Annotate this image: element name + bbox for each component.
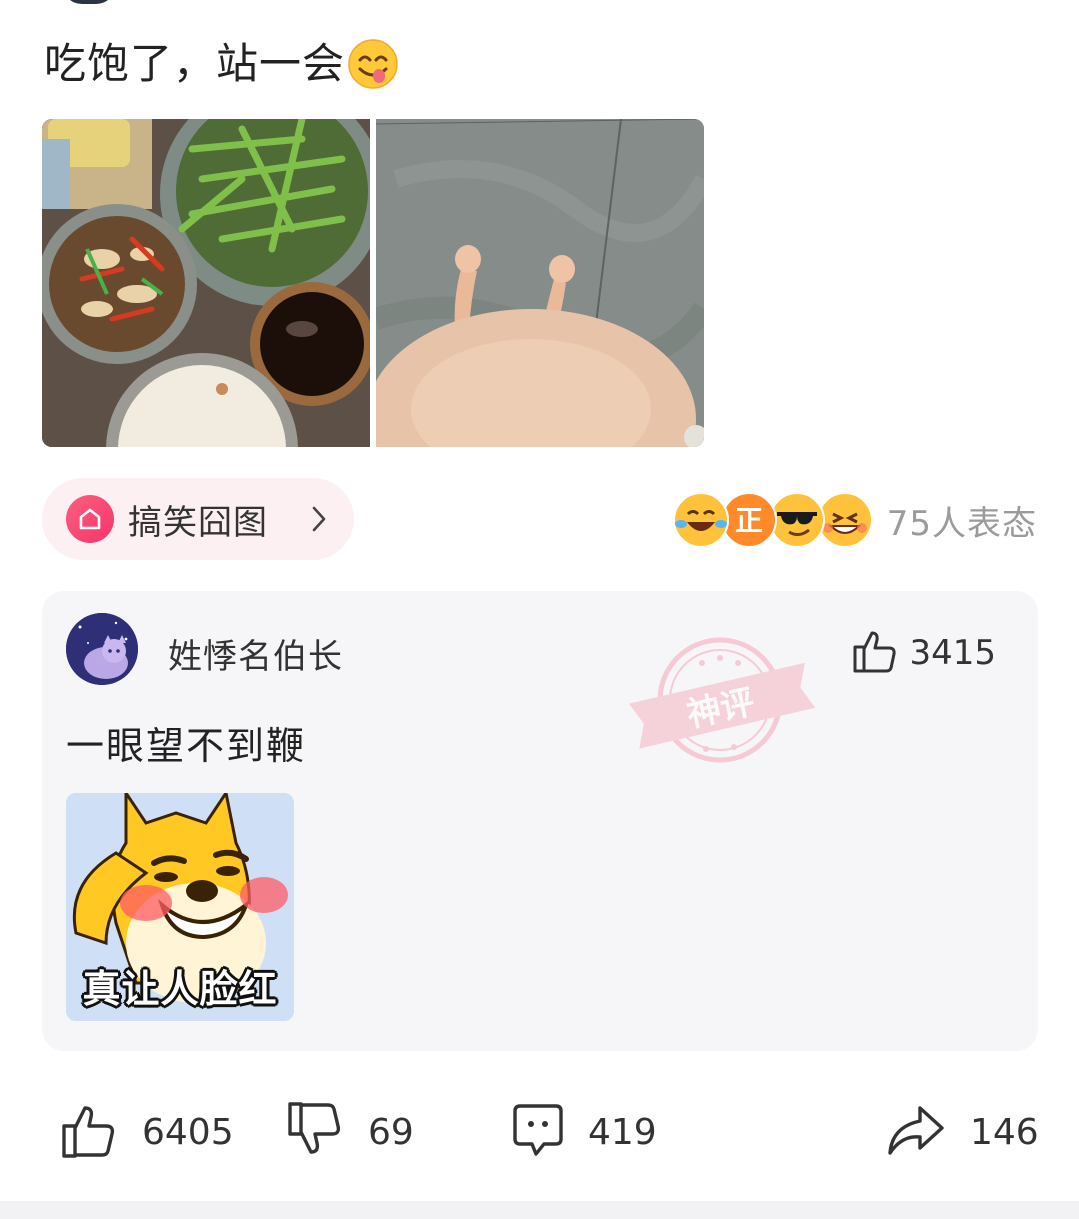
comment-count: 419	[588, 1111, 657, 1153]
reaction-count: 75人表态	[886, 503, 1037, 544]
like-button[interactable]: 6405	[60, 1100, 234, 1164]
post-image-food[interactable]	[42, 119, 370, 447]
hot-comment-card[interactable]: 姓悸名伯长 神评 3415 一眼望不到鞭 真让人脸红	[42, 591, 1038, 1051]
comment-like-count: 3415	[909, 633, 996, 673]
dislike-count: 69	[368, 1111, 414, 1153]
home-icon	[66, 495, 114, 543]
svg-text:正: 正	[735, 504, 763, 537]
thumbs-up-icon	[60, 1100, 118, 1164]
topic-chip[interactable]: 搞笑囧图	[42, 478, 354, 560]
share-button[interactable]: 146	[886, 1100, 1039, 1164]
savoring-food-emoji-icon	[347, 38, 399, 90]
zheng-emoji-icon: 正	[720, 492, 777, 548]
poster-avatar[interactable]	[62, 0, 116, 4]
post-text-content: 吃饱了，站一会	[44, 39, 346, 88]
thumbs-up-icon	[851, 627, 899, 679]
share-count: 146	[970, 1111, 1039, 1153]
comment-bubble-icon	[512, 1102, 564, 1162]
dislike-button[interactable]: 69	[286, 1100, 414, 1164]
laughing-tears-emoji-icon	[672, 492, 729, 548]
comment-text: 一眼望不到鞭	[66, 724, 307, 768]
post-action-bar: 6405 69 419 146	[0, 1100, 1079, 1172]
reactions-summary[interactable]: 正 75人表态	[672, 490, 1037, 550]
commenter-avatar[interactable]	[66, 613, 138, 685]
section-divider	[0, 1201, 1079, 1219]
post-image-standing[interactable]	[376, 119, 704, 447]
sunglasses-emoji-icon	[768, 492, 825, 548]
comment-sticker-image[interactable]: 真让人脸红	[66, 793, 294, 1021]
grinning-emoji-icon	[816, 492, 873, 548]
post-text: 吃饱了，站一会	[44, 36, 399, 92]
commenter-name[interactable]: 姓悸名伯长	[168, 629, 343, 678]
comment-like-button[interactable]: 3415	[851, 627, 996, 679]
thumbs-down-icon	[286, 1100, 344, 1164]
reaction-emojis: 正	[672, 492, 873, 548]
sticker-caption: 真让人脸红	[82, 967, 278, 1011]
comment-button[interactable]: 419	[512, 1100, 657, 1164]
like-count: 6405	[142, 1111, 234, 1153]
share-arrow-icon	[886, 1102, 946, 1162]
chevron-right-icon	[310, 504, 328, 538]
shenping-badge: 神评	[624, 625, 816, 779]
topic-label: 搞笑囧图	[128, 502, 268, 543]
